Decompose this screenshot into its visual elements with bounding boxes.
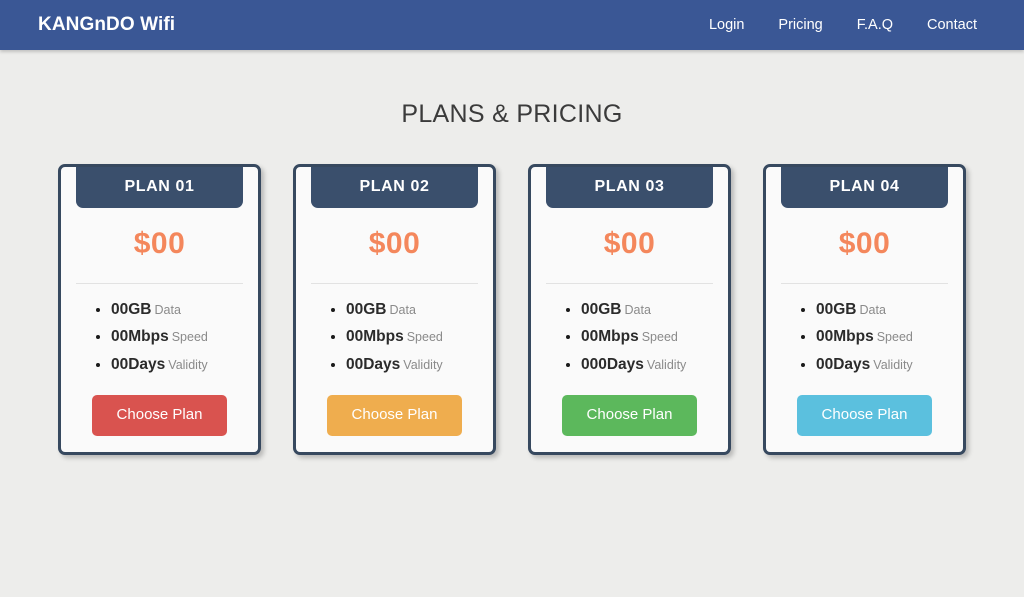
- feature-item: 00MbpsSpeed: [816, 328, 913, 346]
- feature-label: Validity: [403, 357, 443, 372]
- feature-item: 00MbpsSpeed: [346, 328, 443, 346]
- plan-price: $00: [133, 227, 186, 260]
- plan-name: PLAN 02: [311, 167, 478, 208]
- choose-plan-button[interactable]: Choose Plan: [92, 395, 227, 436]
- plan-price: $00: [603, 227, 656, 260]
- feature-item: 000DaysValidity: [581, 356, 686, 374]
- feature-label: Validity: [873, 357, 913, 372]
- feature-item: 00GBData: [581, 301, 686, 319]
- feature-item: 00GBData: [111, 301, 208, 319]
- feature-item: 00DaysValidity: [111, 356, 208, 374]
- feature-list: 00GBData 00MbpsSpeed 00DaysValidity: [296, 301, 443, 383]
- feature-value: 00GB: [111, 301, 152, 318]
- pricing-card-plan-03: PLAN 03 $00 00GBData 00MbpsSpeed 000Days…: [528, 164, 731, 455]
- divider: [311, 283, 478, 284]
- nav-item-login: Login: [692, 11, 761, 39]
- feature-value: 00GB: [581, 301, 622, 318]
- pricing-cards: PLAN 01 $00 00GBData 00MbpsSpeed 00DaysV…: [0, 164, 1024, 455]
- pricing-card-plan-02: PLAN 02 $00 00GBData 00MbpsSpeed 00DaysV…: [293, 164, 496, 455]
- plan-price: $00: [368, 227, 421, 260]
- feature-value: 00Days: [111, 355, 166, 373]
- top-navbar: KANGnDO Wifi Login Pricing F.A.Q Contact: [0, 0, 1024, 50]
- page-title: PLANS & PRICING: [401, 100, 623, 128]
- pricing-card-plan-04: PLAN 04 $00 00GBData 00MbpsSpeed 00DaysV…: [763, 164, 966, 455]
- feature-list: 00GBData 00MbpsSpeed 00DaysValidity: [766, 301, 913, 383]
- plan-name: PLAN 04: [781, 167, 948, 208]
- feature-label: Data: [389, 303, 416, 317]
- feature-item: 00DaysValidity: [346, 356, 443, 374]
- feature-value: 00Mbps: [816, 328, 874, 346]
- choose-plan-button[interactable]: Choose Plan: [797, 395, 932, 436]
- plan-price: $00: [838, 227, 891, 260]
- feature-value: 00Days: [816, 355, 871, 373]
- feature-value: 00Days: [346, 355, 401, 373]
- divider: [781, 283, 948, 284]
- nav-item-pricing: Pricing: [761, 11, 839, 39]
- feature-label: Data: [154, 303, 181, 317]
- feature-label: Speed: [641, 330, 678, 345]
- divider: [546, 283, 713, 284]
- feature-label: Data: [624, 303, 651, 317]
- choose-plan-button[interactable]: Choose Plan: [327, 395, 462, 436]
- feature-list: 00GBData 00MbpsSpeed 00DaysValidity: [61, 301, 208, 383]
- nav-link-pricing[interactable]: Pricing: [761, 11, 839, 39]
- feature-value: 00GB: [346, 301, 387, 318]
- feature-label: Validity: [646, 357, 687, 372]
- feature-item: 00MbpsSpeed: [111, 328, 208, 346]
- feature-label: Speed: [406, 330, 443, 345]
- nav-link-faq[interactable]: F.A.Q: [840, 11, 910, 39]
- feature-value: 000Days: [581, 355, 644, 373]
- pricing-card-plan-01: PLAN 01 $00 00GBData 00MbpsSpeed 00DaysV…: [58, 164, 261, 455]
- nav-links: Login Pricing F.A.Q Contact: [692, 11, 994, 39]
- choose-plan-button[interactable]: Choose Plan: [562, 395, 697, 436]
- nav-item-contact: Contact: [910, 11, 994, 39]
- feature-label: Speed: [876, 330, 913, 345]
- feature-value: 00Mbps: [581, 328, 639, 346]
- feature-item: 00GBData: [346, 301, 443, 319]
- feature-value: 00Mbps: [111, 328, 169, 346]
- feature-label: Data: [859, 303, 886, 317]
- feature-list: 00GBData 00MbpsSpeed 000DaysValidity: [531, 301, 686, 383]
- feature-label: Speed: [171, 330, 208, 345]
- feature-item: 00GBData: [816, 301, 913, 319]
- brand-logo[interactable]: KANGnDO Wifi: [38, 14, 175, 36]
- divider: [76, 283, 243, 284]
- nav-link-login[interactable]: Login: [692, 11, 761, 39]
- feature-value: 00Mbps: [346, 328, 404, 346]
- feature-item: 00DaysValidity: [816, 356, 913, 374]
- feature-label: Validity: [168, 357, 208, 372]
- plan-name: PLAN 03: [546, 167, 713, 208]
- plan-name: PLAN 01: [76, 167, 243, 208]
- nav-item-faq: F.A.Q: [840, 11, 910, 39]
- nav-link-contact[interactable]: Contact: [910, 11, 994, 39]
- feature-item: 00MbpsSpeed: [581, 328, 686, 346]
- feature-value: 00GB: [816, 301, 857, 318]
